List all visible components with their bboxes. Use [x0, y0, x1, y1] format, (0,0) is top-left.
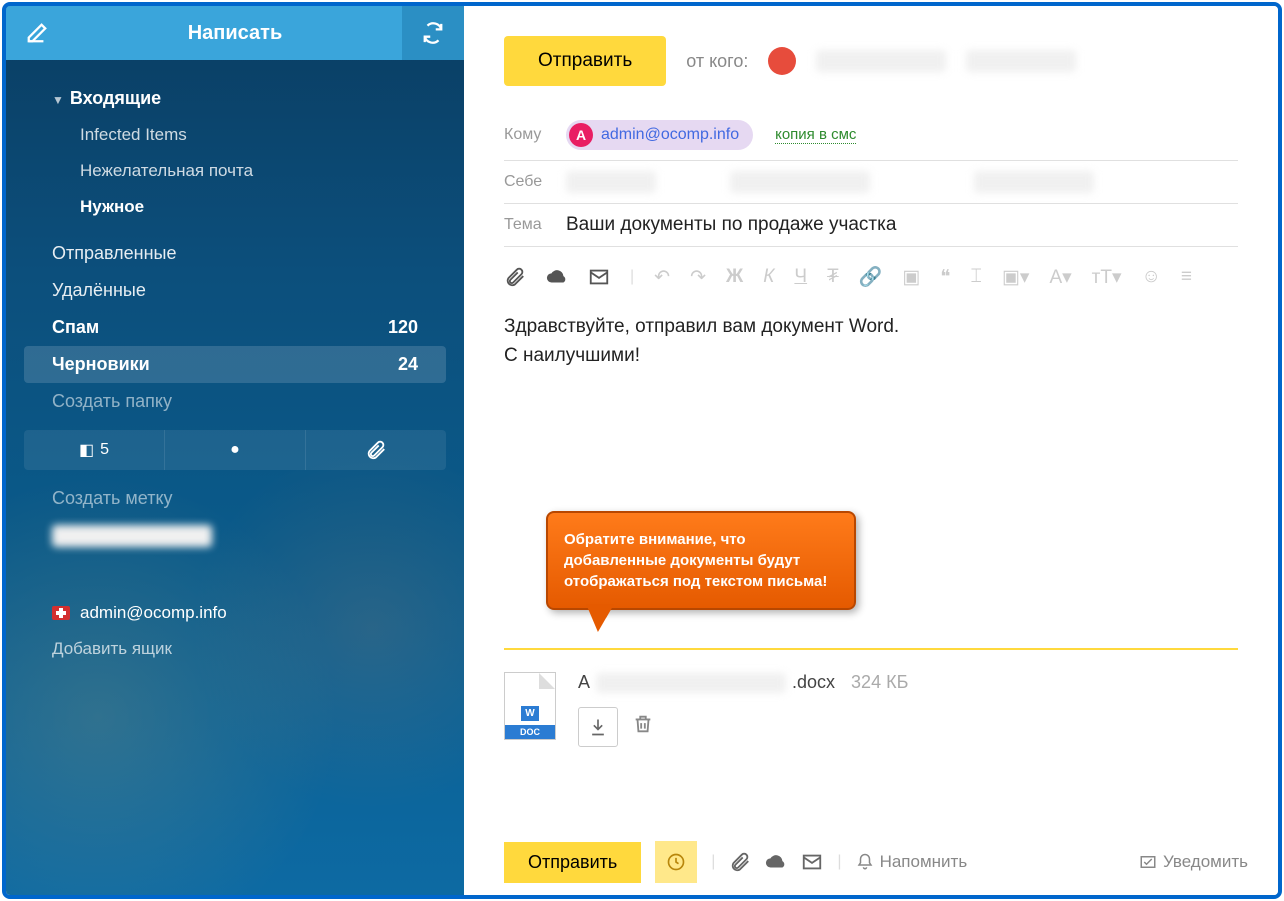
schedule-send-button[interactable] [655, 841, 697, 883]
download-icon [588, 717, 608, 737]
drafts-count: 24 [398, 354, 418, 375]
sms-copy-link[interactable]: копия в смс [775, 126, 856, 144]
quote-icon[interactable]: ❝ [940, 266, 950, 289]
send-button-bottom[interactable]: Отправить [504, 842, 641, 883]
font-size-icon[interactable]: тT▾ [1092, 266, 1122, 289]
attachment-filter[interactable] [306, 430, 446, 470]
attachment-divider [504, 648, 1238, 650]
bell-icon [856, 853, 874, 871]
folder-sent[interactable]: Отправленные [6, 235, 464, 272]
flag-count: 5 [100, 441, 109, 459]
subject-input[interactable] [566, 214, 1238, 236]
image-icon[interactable]: ▣ [902, 266, 920, 289]
link-icon[interactable]: 🔗 [859, 265, 883, 289]
sidebar: Написать ▼Входящие Infected Items Нежела… [6, 6, 464, 895]
compose-button[interactable]: Написать [68, 6, 402, 60]
self-redacted-2 [730, 171, 870, 193]
recipient-avatar: А [569, 123, 593, 147]
trash-icon [632, 713, 654, 735]
folder-inbox[interactable]: ▼Входящие [6, 80, 464, 117]
self-redacted-1 [566, 171, 656, 193]
unread-filter[interactable]: ● [165, 430, 306, 470]
annotation-callout: Обратите внимание, что добавленные докум… [546, 511, 856, 610]
list-icon[interactable]: ≡ [1181, 266, 1192, 288]
self-field-row[interactable]: Себе [504, 161, 1238, 204]
compose-new-icon-button[interactable] [6, 6, 68, 60]
cloud-icon[interactable] [765, 851, 787, 873]
sender-info-redacted [966, 50, 1076, 72]
folder-needed[interactable]: Нужное [6, 189, 464, 225]
to-label: Кому [504, 126, 552, 144]
compose-icon [26, 22, 48, 44]
dot-icon: ● [230, 441, 240, 459]
toolbar-separator: | [630, 268, 634, 286]
attachment-name-redacted [596, 673, 786, 693]
mail-icon[interactable] [588, 266, 610, 288]
chevron-down-icon: ▼ [52, 93, 64, 107]
remind-button[interactable]: Напомнить [856, 852, 968, 872]
self-label: Себе [504, 173, 552, 191]
spam-count: 120 [388, 317, 418, 338]
body-line-1: Здравствуйте, отправил вам документ Word… [504, 313, 1238, 342]
bottom-toolbar: Отправить | | Напомнить Уведомить [504, 841, 1248, 883]
bottom-separator-1: | [711, 853, 715, 871]
font-color-icon[interactable]: A▾ [1049, 266, 1071, 289]
attachment-name: А .docx 324 КБ [578, 672, 908, 693]
recipient-email: admin@ocomp.info [601, 126, 739, 144]
attachment-size: 324 КБ [851, 672, 908, 693]
clock-icon [666, 852, 686, 872]
subject-label: Тема [504, 216, 552, 234]
bold-icon[interactable]: Ж [726, 266, 743, 288]
folder-drafts[interactable]: Черновики 24 [24, 346, 446, 383]
self-redacted-3 [974, 171, 1094, 193]
email-body[interactable]: Здравствуйте, отправил вам документ Word… [504, 307, 1238, 376]
paperclip-icon [365, 439, 387, 461]
to-field-row[interactable]: Кому А admin@ocomp.info копия в смс [504, 110, 1238, 161]
cloud-icon[interactable] [546, 266, 568, 288]
emoji-icon[interactable]: ☺ [1142, 266, 1161, 288]
from-label: от кого: [686, 51, 748, 72]
word-doc-icon[interactable]: W DOC [504, 672, 556, 740]
undo-icon[interactable]: ↶ [654, 266, 670, 289]
attachments-section: W DOC А .docx 324 КБ [504, 648, 1238, 747]
folder-infected-items[interactable]: Infected Items [6, 117, 464, 153]
refresh-icon [422, 22, 444, 44]
flag-icon: ◧ [79, 440, 94, 460]
create-folder-link[interactable]: Создать папку [6, 383, 464, 420]
paperclip-icon[interactable] [504, 266, 526, 288]
redo-icon[interactable]: ↷ [690, 266, 706, 289]
send-button-top[interactable]: Отправить [504, 36, 666, 86]
compose-pane: Отправить от кого: Кому А admin@ocomp.in… [464, 6, 1278, 895]
download-attachment-button[interactable] [578, 707, 618, 747]
swiss-flag-icon [52, 606, 70, 620]
body-line-2: С наилучшими! [504, 342, 1238, 371]
refresh-button[interactable] [402, 6, 464, 60]
paste-icon[interactable]: ▣▾ [1002, 266, 1030, 289]
add-mailbox-link[interactable]: Добавить ящик [52, 631, 418, 667]
check-mail-icon [1139, 853, 1157, 871]
recipient-chip[interactable]: А admin@ocomp.info [566, 120, 753, 150]
delete-attachment-button[interactable] [632, 713, 654, 741]
sender-name-redacted [816, 50, 946, 72]
account-email[interactable]: admin@ocomp.info [52, 595, 418, 631]
flagged-filter[interactable]: ◧ 5 [24, 430, 165, 470]
folder-deleted[interactable]: Удалённые [6, 272, 464, 309]
folder-junk[interactable]: Нежелательная почта [6, 153, 464, 189]
create-label-link[interactable]: Создать метку [6, 480, 464, 517]
sender-avatar [768, 47, 796, 75]
underline-icon[interactable]: Ч [794, 266, 807, 288]
italic-icon[interactable]: К [763, 266, 774, 288]
strike-icon[interactable]: ₮ [827, 266, 839, 288]
notify-button[interactable]: Уведомить [1139, 852, 1248, 872]
editor-toolbar: | ↶ ↷ Ж К Ч ₮ 🔗 ▣ ❝ ⌶ ▣▾ A▾ тT▾ ☺ ≡ [504, 247, 1238, 307]
subject-field-row[interactable]: Тема [504, 204, 1238, 247]
paperclip-icon[interactable] [729, 851, 751, 873]
clear-format-icon[interactable]: ⌶ [971, 266, 982, 288]
bottom-separator-2: | [837, 853, 841, 871]
mail-icon[interactable] [801, 851, 823, 873]
redacted-item [6, 517, 464, 555]
folder-spam[interactable]: Спам 120 [6, 309, 464, 346]
